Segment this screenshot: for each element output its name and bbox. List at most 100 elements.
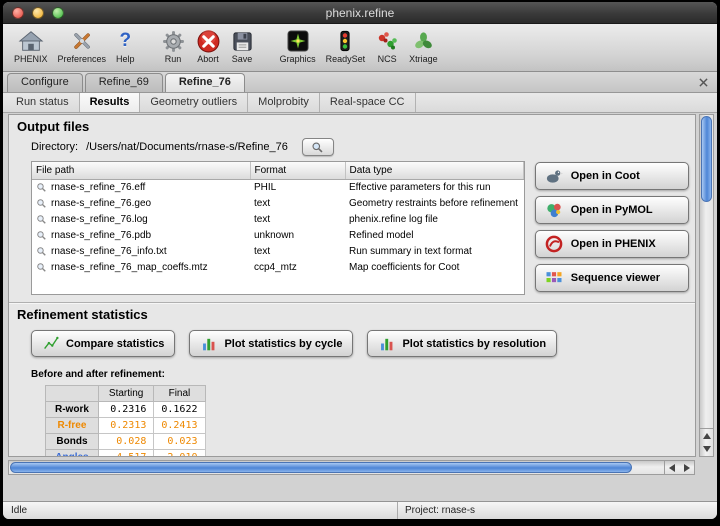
stats-column-final: Final	[154, 386, 205, 402]
stat-starting-value: 0.028	[98, 434, 153, 450]
open-in-phenix-button[interactable]: Open in PHENIX	[535, 230, 689, 258]
stat-final-value: 0.1622	[154, 402, 205, 418]
subtab-real-space-cc[interactable]: Real-space CC	[320, 93, 416, 112]
file-format: ccp4_mtz	[250, 259, 345, 275]
column-header-data-type[interactable]: Data type	[345, 162, 523, 179]
phenix-refine-window: phenix.refine PHENIX Preferences ? Help …	[3, 2, 717, 519]
scroll-up-arrow-icon[interactable]	[703, 433, 711, 439]
subtab-run-status[interactable]: Run status	[6, 93, 80, 112]
file-path: rnase-s_refine_76_info.txt	[51, 246, 167, 257]
titlebar: phenix.refine	[3, 2, 717, 24]
toolbar-readyset-button[interactable]: ReadySet	[321, 27, 371, 64]
directory-label: Directory:	[31, 141, 78, 153]
status-bar: Idle Project: rnase-s	[3, 501, 717, 519]
horizontal-scrollbar-thumb[interactable]	[10, 462, 632, 473]
horizontal-scrollbar[interactable]	[8, 460, 695, 475]
stat-final-value: 2.010	[154, 450, 205, 458]
abort-icon	[196, 27, 221, 55]
subtab-bar: Run status Results Geometry outliers Mol…	[3, 93, 717, 113]
subtab-molprobity[interactable]: Molprobity	[248, 93, 320, 112]
toolbar-label: PHENIX	[14, 54, 48, 64]
home-icon	[18, 27, 44, 55]
tab-bar: Configure Refine_69 Refine_76	[3, 72, 717, 93]
table-row[interactable]: rnase-s_refine_76_map_coeffs.mtz ccp4_mt…	[32, 259, 523, 275]
file-format: unknown	[250, 227, 345, 243]
bar-chart-icon	[378, 335, 396, 352]
table-row[interactable]: rnase-s_refine_76.geo text Geometry rest…	[32, 195, 523, 211]
sequence-viewer-button[interactable]: Sequence viewer	[535, 264, 689, 292]
subtab-results[interactable]: Results	[79, 93, 141, 112]
status-divider	[397, 502, 398, 519]
window-controls	[12, 7, 64, 19]
bar-chart-icon	[200, 335, 218, 352]
table-row[interactable]: rnase-s_refine_76.eff PHIL Effective par…	[32, 179, 523, 195]
minimize-window-button[interactable]	[32, 7, 44, 19]
plot-statistics-by-cycle-button[interactable]: Plot statistics by cycle	[189, 330, 353, 357]
plot-statistics-by-resolution-button[interactable]: Plot statistics by resolution	[367, 330, 557, 357]
close-tab-icon[interactable]	[697, 76, 709, 88]
subtab-geometry-outliers[interactable]: Geometry outliers	[140, 93, 248, 112]
horizontal-scrollbar-buttons	[664, 461, 694, 474]
magnifier-icon	[36, 182, 47, 193]
open-in-coot-button[interactable]: Open in Coot	[535, 162, 689, 190]
file-datatype: Run summary in text format	[345, 243, 523, 259]
toolbar-abort-button[interactable]: Abort	[191, 27, 226, 64]
scroll-right-arrow-icon[interactable]	[684, 464, 690, 472]
toolbar-label: Xtriage	[409, 54, 438, 64]
vertical-scrollbar[interactable]	[699, 114, 714, 457]
file-datatype: Refined model	[345, 227, 523, 243]
compare-statistics-button[interactable]: Compare statistics	[31, 330, 175, 357]
stat-label: R-work	[46, 402, 99, 418]
magnifier-icon	[36, 262, 47, 273]
phenix-logo-icon	[543, 234, 565, 254]
magnifier-icon	[36, 214, 47, 225]
tab-configure[interactable]: Configure	[7, 73, 83, 92]
column-header-format[interactable]: Format	[250, 162, 345, 179]
scroll-left-arrow-icon[interactable]	[669, 464, 675, 472]
tab-refine-69[interactable]: Refine_69	[85, 73, 163, 92]
file-format: text	[250, 211, 345, 227]
toolbar-label: Preferences	[58, 54, 107, 64]
toolbar-ncs-button[interactable]: NCS	[370, 27, 404, 64]
table-row[interactable]: rnase-s_refine_76_info.txt text Run summ…	[32, 243, 523, 259]
toolbar-phenix-button[interactable]: PHENIX	[9, 27, 53, 64]
vertical-scrollbar-thumb[interactable]	[701, 116, 712, 202]
toolbar-label: Save	[232, 54, 253, 64]
table-row[interactable]: rnase-s_refine_76.log text phenix.refine…	[32, 211, 523, 227]
column-header-file-path[interactable]: File path	[32, 162, 250, 179]
close-window-button[interactable]	[12, 7, 24, 19]
vertical-scrollbar-buttons	[700, 428, 713, 456]
toolbar-save-button[interactable]: Save	[226, 27, 259, 64]
stat-starting-value: 4.517	[98, 450, 153, 458]
toolbar-xtriage-button[interactable]: Xtriage	[404, 27, 443, 64]
refinement-statistics-table: Starting Final R-work 0.2316 0.1622 R-fr…	[45, 385, 206, 457]
output-files-heading: Output files	[9, 115, 695, 136]
toolbar-run-button[interactable]: Run	[156, 27, 191, 64]
stats-row-r-free: R-free 0.2313 0.2413	[46, 418, 206, 434]
gear-icon	[161, 27, 186, 55]
scroll-down-arrow-icon[interactable]	[703, 446, 711, 452]
sequence-icon	[543, 268, 565, 288]
window-title: phenix.refine	[3, 6, 717, 20]
zoom-window-button[interactable]	[52, 7, 64, 19]
file-path: rnase-s_refine_76.geo	[51, 198, 151, 209]
table-row[interactable]: rnase-s_refine_76.pdb unknown Refined mo…	[32, 227, 523, 243]
tools-icon	[70, 27, 94, 55]
magnifier-icon	[36, 230, 47, 241]
magnifier-icon	[36, 246, 47, 257]
stat-final-value: 0.023	[154, 434, 205, 450]
tab-refine-76[interactable]: Refine_76	[165, 73, 245, 92]
toolbar-label: ReadySet	[326, 54, 366, 64]
before-after-label: Before and after refinement:	[9, 357, 695, 385]
toolbar-preferences-button[interactable]: Preferences	[53, 27, 112, 64]
open-in-pymol-button[interactable]: Open in PyMOL	[535, 196, 689, 224]
file-format: text	[250, 195, 345, 211]
toolbar-graphics-button[interactable]: Graphics	[275, 27, 321, 64]
save-icon	[231, 27, 254, 55]
help-icon: ?	[120, 27, 132, 55]
file-datatype: phenix.refine log file	[345, 211, 523, 227]
toolbar-help-button[interactable]: ? Help	[111, 27, 140, 64]
stats-corner-cell	[46, 386, 99, 402]
browse-directory-button[interactable]	[302, 138, 334, 156]
stat-label: R-free	[46, 418, 99, 434]
